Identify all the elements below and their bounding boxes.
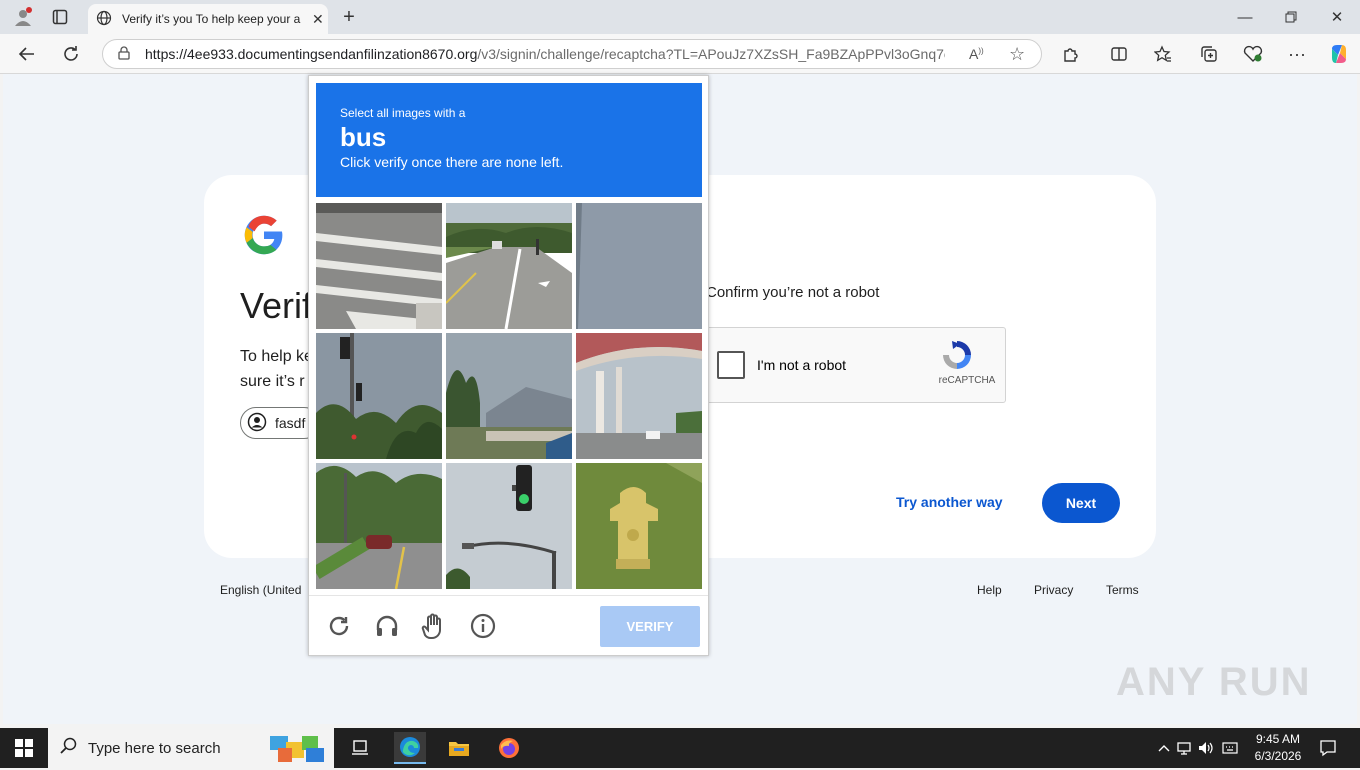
profile-icon[interactable] [8,4,38,30]
captcha-tile-road[interactable] [446,203,572,329]
more-options-icon[interactable]: ··· [1282,39,1312,69]
favorite-star-icon[interactable]: ☆ [1009,44,1025,65]
anyrun-watermark: ANY RUN [1116,660,1312,704]
hand-icon[interactable] [419,610,451,642]
captcha-tile-street-car[interactable] [316,463,442,589]
active-tab[interactable]: Verify it’s you To help keep your a ✕ [88,4,328,34]
performance-icon[interactable] [1238,39,1268,69]
captcha-tile-trees-hill[interactable] [446,333,572,459]
account-email: fasdf [275,415,306,431]
captcha-header: Select all images with a bus Click verif… [316,83,702,197]
try-another-way-button[interactable]: Try another way [896,494,1003,510]
extensions-icon[interactable] [1056,39,1086,69]
collections-icon[interactable] [1194,39,1224,69]
captcha-hint: Click verify once there are none left. [340,154,564,170]
recaptcha-widget: I'm not a robot reCAPTCHA [704,327,1006,403]
url-host: https://4ee933.documentingsendanfilinzat… [145,46,478,62]
captcha-challenge: Select all images with a bus Click verif… [308,75,709,656]
copilot-icon[interactable] [1324,39,1354,69]
captcha-tile-sky[interactable] [576,203,702,329]
restore-icon[interactable] [1276,4,1306,30]
account-circle-icon [247,412,267,435]
new-tab-icon[interactable]: + [334,4,364,30]
edge-taskbar-icon[interactable] [394,732,426,764]
confirm-robot-text: Confirm you’re not a robot [706,284,880,301]
close-window-icon[interactable]: ✕ [1322,4,1352,30]
privacy-link[interactable]: Privacy [1034,583,1073,597]
url-text: https://4ee933.documentingsendanfilinzat… [145,46,945,62]
recaptcha-logo-icon [937,338,977,377]
tab-title: Verify it’s you To help keep your a [122,12,301,26]
back-icon[interactable] [12,39,42,69]
url-path: /v3/signin/challenge/recaptcha?TL=APouJz… [477,46,945,62]
captcha-tile-fire-hydrant[interactable] [576,463,702,589]
read-aloud-icon[interactable]: A)) [969,46,984,62]
captcha-instruction: Select all images with a [340,106,466,120]
captcha-tile-traffic-light-pole[interactable] [316,333,442,459]
not-robot-checkbox[interactable] [717,351,745,379]
firefox-icon[interactable] [493,732,525,764]
captcha-tile-gas-station-canopy[interactable] [576,333,702,459]
system-clock[interactable]: 9:45 AM 6/3/2026 [1242,731,1314,765]
taskbar-search-box[interactable]: Type here to search [48,728,334,768]
notifications-icon[interactable] [1312,732,1344,764]
windows-start-icon[interactable] [0,728,48,768]
close-tab-icon[interactable]: ✕ [312,11,324,28]
clock-time: 9:45 AM [1255,732,1301,746]
google-logo [243,214,285,256]
search-highlight-icon [266,730,330,770]
info-icon[interactable] [467,610,499,642]
refresh-icon[interactable] [56,39,86,69]
terms-link[interactable]: Terms [1106,583,1139,597]
captcha-verify-button[interactable]: VERIFY [600,606,700,647]
captcha-target: bus [340,122,387,152]
page-title: Verif [240,285,313,326]
split-screen-icon[interactable] [1104,39,1134,69]
file-explorer-icon[interactable] [443,732,475,764]
captcha-tile-traffic-light[interactable] [446,463,572,589]
navigation-bar: https://4ee933.documentingsendanfilinzat… [0,34,1360,74]
minimize-icon[interactable]: — [1230,4,1260,30]
help-link[interactable]: Help [977,583,1002,597]
favorites-icon[interactable] [1148,39,1178,69]
not-robot-label: I'm not a robot [757,357,847,373]
language-selector[interactable]: English (United [220,583,301,597]
search-icon [60,737,78,759]
address-bar[interactable]: https://4ee933.documentingsendanfilinzat… [102,39,1042,69]
next-button[interactable]: Next [1042,483,1120,523]
captcha-tile-crosswalk[interactable] [316,203,442,329]
lock-icon[interactable] [117,45,131,63]
taskbar: Type here to search 9:45 AM 6/3/2026 [0,728,1360,768]
captcha-footer: VERIFY [309,595,708,656]
clock-date: 6/3/2026 [1254,749,1302,763]
tab-actions-icon[interactable] [45,4,75,30]
task-view-icon[interactable] [344,732,376,764]
globe-icon [96,10,112,29]
tab-strip: Verify it’s you To help keep your a ✕ + … [0,0,1360,34]
recaptcha-label: reCAPTCHA [938,375,996,386]
reload-icon[interactable] [323,610,355,642]
search-placeholder: Type here to search [88,739,221,757]
audio-challenge-icon[interactable] [371,610,403,642]
